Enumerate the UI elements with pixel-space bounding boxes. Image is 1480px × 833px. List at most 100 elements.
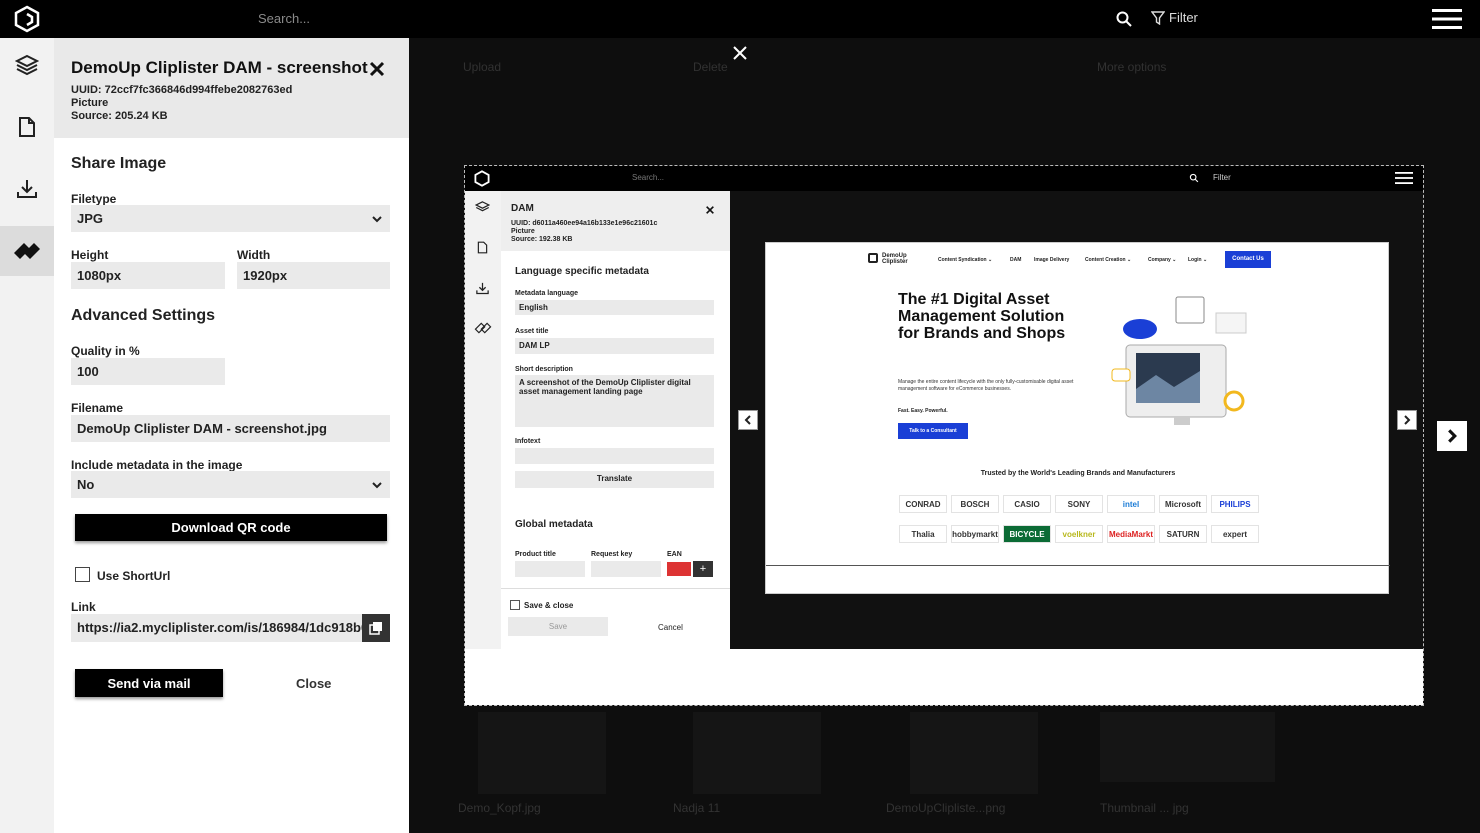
asset-source-size: Source: 205.24 KB: [71, 110, 168, 122]
preview-translate-button: Translate: [515, 471, 714, 488]
shorturl-label: Use ShortUrl: [97, 569, 171, 583]
bg-upload-button: Upload: [463, 60, 502, 74]
site-nav-item: Company ⌄: [1148, 257, 1177, 263]
site-nav-item: Login ⌄: [1188, 257, 1208, 263]
copy-link-button[interactable]: [362, 614, 390, 642]
brand-logo: CASIO: [1003, 495, 1051, 513]
share-heading: Share Image: [71, 155, 167, 172]
filetype-value: JPG: [77, 211, 104, 226]
share-link-icon: [474, 322, 492, 334]
send-via-mail-button[interactable]: Send via mail: [75, 669, 223, 697]
nav-files[interactable]: [0, 102, 54, 152]
preview-ean-label: EAN: [667, 551, 682, 558]
width-label: Width: [237, 248, 271, 262]
advanced-settings-heading: Advanced Settings: [71, 307, 216, 324]
nav-layers[interactable]: [0, 40, 54, 90]
brand-logo: intel: [1107, 495, 1155, 513]
image-preview[interactable]: Search... Filter DAM UUID: d6011a460ee94…: [464, 165, 1424, 706]
link-label: Link: [71, 600, 96, 614]
preview-add-icon: +: [693, 561, 713, 577]
shorturl-checkbox[interactable]: [75, 567, 90, 582]
close-button[interactable]: Close: [296, 676, 331, 691]
metadata-value: No: [77, 477, 95, 492]
chevron-left-icon: [744, 415, 751, 425]
preview-product-title-input: [515, 561, 585, 577]
site-subline: Manage the entire content lifecycle with…: [898, 379, 1074, 392]
hamburger-menu-icon: [1395, 172, 1413, 184]
brand-logo: voelkner: [1055, 525, 1103, 543]
filename-label: Filename: [71, 401, 124, 415]
preview-ean-toggle: [667, 562, 691, 576]
nav-download[interactable]: [0, 164, 54, 214]
search-icon[interactable]: [1115, 10, 1133, 28]
preview-next-arrow: [1397, 410, 1417, 430]
preview-save-close-checkbox: [510, 600, 520, 610]
brand-logo: BICYCLE: [1003, 525, 1051, 543]
site-contact-button: Contact Us: [1225, 251, 1271, 268]
site-divider: [766, 565, 1390, 566]
metadata-select[interactable]: No: [71, 471, 390, 498]
bg-thumbnail-label: Thumbnail ... jpg: [1100, 801, 1189, 815]
file-icon: [477, 241, 488, 254]
top-bar: Search... Filter: [0, 0, 1480, 38]
brand-logo: Microsoft: [1159, 495, 1207, 513]
width-input[interactable]: 1920px: [237, 262, 390, 289]
preview-metadata-panel: DAM UUID: d6011a460ee94a16b133e1e96c2160…: [501, 191, 730, 649]
preview-infotext-input: [515, 448, 714, 464]
preview-meta-lang-label: Metadata language: [515, 290, 579, 297]
site-logo-text: DemoUp Cliplister: [882, 253, 908, 265]
filter-button[interactable]: Filter: [1151, 10, 1198, 25]
filter-label: Filter: [1169, 10, 1198, 25]
share-image-panel: DemoUp Cliplister DAM - screenshot UUID:…: [54, 38, 409, 833]
next-asset-button[interactable]: [1437, 421, 1467, 451]
preview-save-close-label: Save & close: [524, 601, 574, 610]
bg-thumbnail: [1100, 712, 1275, 782]
filename-input[interactable]: DemoUp Cliplister DAM - screenshot.jpg: [71, 415, 390, 442]
preview-global-heading: Global metadata: [515, 519, 593, 530]
landing-page-screenshot: DemoUp Cliplister Content Syndication ⌄ …: [765, 242, 1390, 594]
brand-logo: CONRAD: [899, 495, 947, 513]
brand-logo: BOSCH: [951, 495, 999, 513]
filetype-select[interactable]: JPG: [71, 205, 390, 232]
link-input[interactable]: https://ia2.mycliplister.com/is/186984/1…: [71, 614, 363, 642]
quality-input[interactable]: 100: [71, 358, 225, 385]
app-logo-icon: [474, 170, 490, 187]
preview-lang-heading: Language specific metadata: [515, 266, 649, 277]
bg-thumbnail: [693, 712, 821, 794]
site-nav-item: Content Creation ⌄: [1085, 257, 1132, 263]
brand-logo: Thalia: [899, 525, 947, 543]
bg-more-options: More options: [1097, 60, 1167, 74]
download-qr-button[interactable]: Download QR code: [75, 514, 387, 541]
chevron-right-icon: [1404, 415, 1411, 425]
bg-thumbnail: [478, 712, 606, 794]
preview-product-title-label: Product title: [515, 551, 556, 558]
asset-title: DemoUp Cliplister DAM - screenshot: [71, 58, 368, 77]
site-nav-item: Content Syndication ⌄: [938, 257, 993, 263]
brand-logo: expert: [1211, 525, 1259, 543]
preview-request-key-label: Request key: [591, 551, 633, 558]
file-icon: [19, 117, 35, 137]
app-logo-icon[interactable]: [12, 5, 42, 33]
close-preview-icon[interactable]: [733, 46, 747, 60]
site-tagline: Fast. Easy. Powerful.: [898, 408, 948, 414]
height-input[interactable]: 1080px: [71, 262, 225, 289]
copy-icon: [369, 622, 382, 635]
bg-thumbnail: [910, 712, 1038, 794]
nav-share[interactable]: [0, 226, 54, 276]
asset-type: Picture: [71, 97, 109, 109]
preview-bottom-area: [465, 649, 1423, 705]
preview-search: Search...: [632, 173, 665, 182]
download-icon: [17, 180, 37, 198]
download-icon: [476, 282, 489, 295]
site-cta-button: Talk to a Consultant: [898, 423, 968, 439]
preview-short-desc-input: A screenshot of the DemoUp Cliplister di…: [515, 375, 714, 427]
search-input[interactable]: Search...: [258, 11, 310, 26]
dam-illustration-icon: [1111, 296, 1247, 425]
hamburger-menu-icon[interactable]: [1432, 8, 1462, 30]
preview-prev-arrow: [738, 410, 758, 430]
close-panel-icon[interactable]: [368, 60, 386, 78]
preview-short-desc-label: Short description: [515, 366, 573, 373]
preview-infotext-label: Infotext: [515, 438, 541, 445]
close-icon: [706, 206, 714, 214]
asset-uuid: UUID: 72ccf7fc366846d994ffebe2082763ed: [71, 84, 293, 96]
